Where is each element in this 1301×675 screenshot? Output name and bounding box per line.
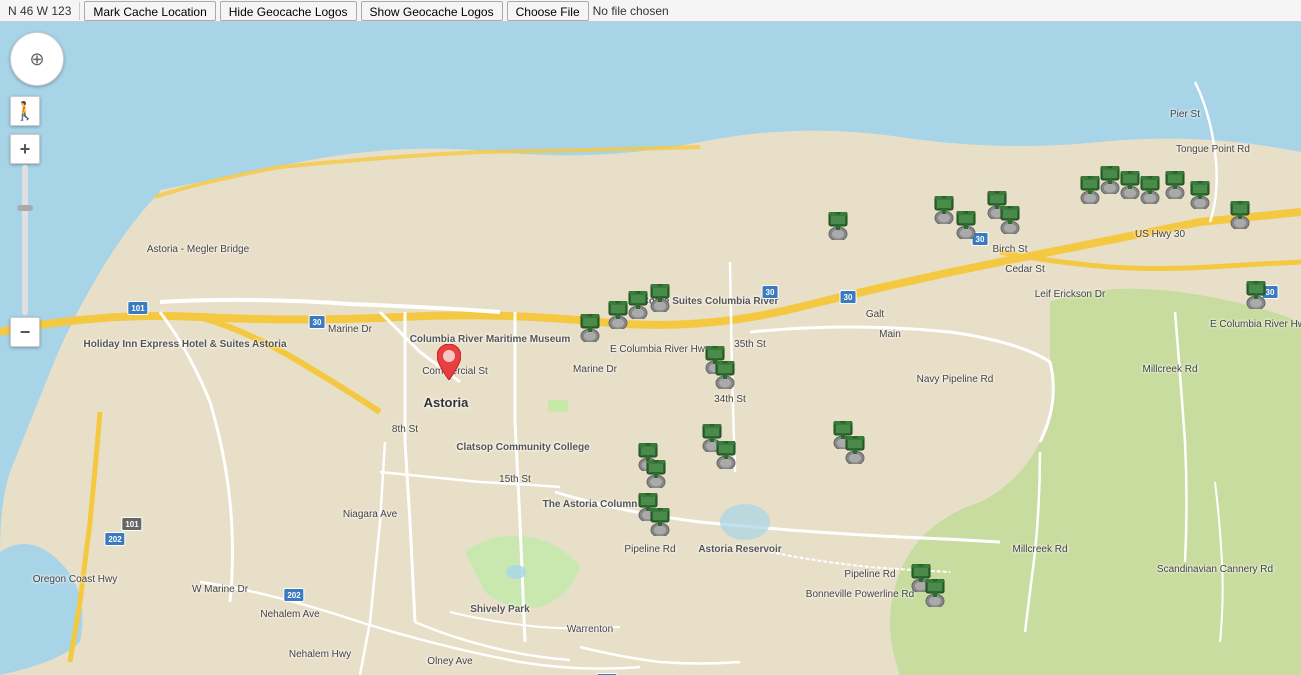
geocache-marker[interactable] (1245, 281, 1267, 309)
geocache-marker[interactable] (715, 441, 737, 469)
geocache-marker[interactable] (1189, 181, 1211, 209)
no-file-label: No file chosen (593, 4, 669, 18)
geocache-marker[interactable] (933, 196, 955, 224)
geocache-marker[interactable] (649, 284, 671, 312)
geocache-marker[interactable] (607, 301, 629, 329)
geocache-marker[interactable] (1119, 171, 1141, 199)
toolbar: N 46 W 123 Mark Cache Location Hide Geoc… (0, 0, 1301, 22)
geocache-marker[interactable] (714, 361, 736, 389)
geocache-marker[interactable] (645, 460, 667, 488)
street-view-control[interactable]: 🚶 (10, 96, 40, 126)
geocache-marker[interactable] (1229, 201, 1251, 229)
map-canvas (0, 22, 1301, 675)
hide-logos-button[interactable]: Hide Geocache Logos (220, 1, 357, 21)
show-logos-button[interactable]: Show Geocache Logos (361, 1, 503, 21)
zoom-in-button[interactable]: + (10, 134, 40, 164)
geocache-marker[interactable] (999, 206, 1021, 234)
geocache-marker[interactable] (844, 436, 866, 464)
geocache-marker[interactable] (1099, 166, 1121, 194)
red-location-marker[interactable] (437, 344, 461, 374)
geocache-marker[interactable] (924, 579, 946, 607)
pan-control[interactable]: ⊕ (10, 32, 64, 86)
zoom-out-button[interactable]: − (10, 317, 40, 347)
pan-icon: ⊕ (29, 49, 44, 70)
geocache-marker[interactable] (649, 508, 671, 536)
geocache-marker[interactable] (579, 314, 601, 342)
geocache-marker[interactable] (827, 212, 849, 240)
geocache-marker[interactable] (627, 291, 649, 319)
zoom-thumb[interactable] (17, 205, 33, 211)
geocache-marker[interactable] (955, 211, 977, 239)
geocache-marker[interactable] (1079, 176, 1101, 204)
person-icon: 🚶 (14, 101, 36, 122)
mark-cache-button[interactable]: Mark Cache Location (84, 1, 215, 21)
map-container[interactable]: Marine DrCommercial St8th St15th StMarin… (0, 22, 1301, 675)
coordinates-display: N 46 W 123 (0, 2, 80, 20)
geocache-marker[interactable] (1164, 171, 1186, 199)
choose-file-button[interactable]: Choose File (507, 1, 589, 21)
zoom-slider[interactable] (22, 165, 28, 315)
geocache-marker[interactable] (1139, 176, 1161, 204)
